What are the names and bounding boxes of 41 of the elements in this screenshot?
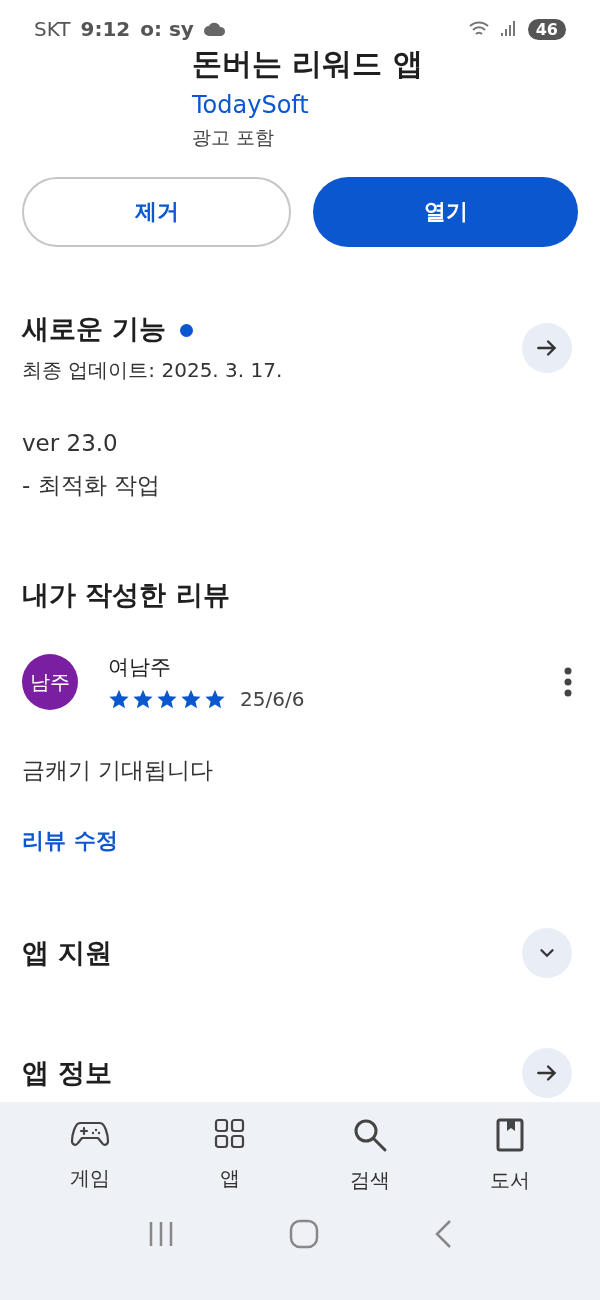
search-icon: [352, 1117, 388, 1153]
open-button[interactable]: 열기: [313, 177, 578, 247]
section-title: 앱 지원: [22, 936, 114, 970]
review-date: 25/6/6: [240, 687, 305, 711]
ads-notice: 광고 포함: [192, 125, 276, 150]
signal-icon: [499, 20, 518, 38]
battery-level: 46: [527, 18, 566, 40]
nav-tab[interactable]: 앱: [180, 1116, 280, 1195]
release-note: ver 23.0: [22, 430, 119, 456]
star-icon: [180, 688, 202, 710]
edit-review-link[interactable]: 리뷰 수정: [0, 828, 140, 853]
update-date: 최종 업데이트: 2025. 3. 17.: [22, 357, 284, 384]
recent-apps-icon[interactable]: [147, 1220, 175, 1248]
arrow-button[interactable]: [522, 322, 572, 373]
release-note: - 최적화 작업: [22, 471, 161, 500]
more-options-icon[interactable]: [564, 667, 572, 697]
star-icon: [204, 688, 226, 710]
section-title: 내가 작성한 리뷰: [22, 578, 230, 612]
section-title: 새로운 기능: [22, 311, 522, 347]
grid-icon: [213, 1117, 247, 1151]
nav-tab[interactable]: 검색: [320, 1116, 420, 1195]
home-icon[interactable]: [289, 1219, 319, 1249]
uninstall-button[interactable]: 제거: [22, 177, 291, 247]
nav-tab[interactable]: 도서: [460, 1116, 560, 1195]
star-icon: [132, 688, 154, 710]
nav-tab[interactable]: 게임: [40, 1116, 140, 1195]
carrier: SKT: [34, 17, 71, 41]
back-icon[interactable]: [433, 1219, 453, 1249]
section-title: 앱 정보: [22, 1056, 114, 1090]
cloud-icon: [203, 22, 226, 36]
time: 9:12: [80, 17, 131, 41]
developer-link[interactable]: TodaySoft: [192, 91, 600, 119]
reviewer-name: 여남주: [108, 654, 172, 681]
app-title: 돈버는 리워드 앱: [192, 45, 424, 83]
status-indicators: o: sy: [140, 17, 194, 41]
review-text: 금캐기 기대됩니다: [21, 756, 215, 785]
star-icon: [108, 688, 130, 710]
avatar: 남주: [22, 654, 78, 710]
star-icon: [156, 688, 178, 710]
book-icon: [495, 1117, 525, 1153]
arrow-button[interactable]: [522, 1048, 572, 1098]
